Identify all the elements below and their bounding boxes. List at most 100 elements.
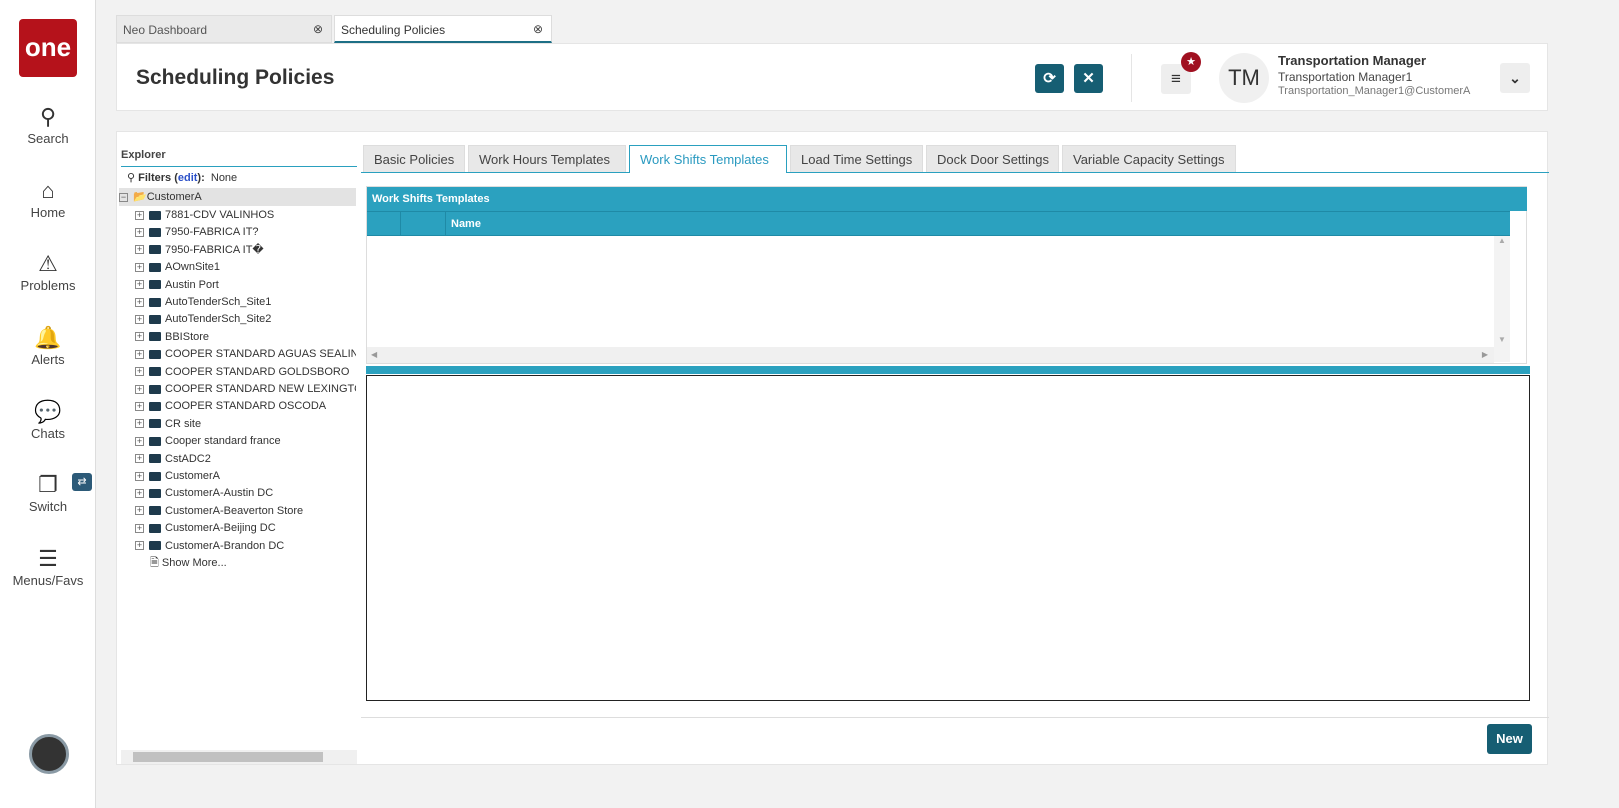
tab-work-shifts-templates[interactable]: Work Shifts Templates [629, 145, 787, 173]
collapse-icon[interactable]: − [119, 192, 128, 202]
avatar[interactable]: TM [1219, 53, 1269, 103]
expand-icon[interactable]: + [135, 349, 144, 359]
tree-item[interactable]: + COOPER STANDARD OSCODA [135, 398, 326, 415]
expand-icon[interactable]: + [135, 436, 144, 446]
tab-work-hours-templates[interactable]: Work Hours Templates [468, 145, 626, 172]
folder-icon [149, 367, 161, 377]
folder-icon [149, 401, 161, 411]
column-header[interactable] [401, 212, 446, 236]
divider [361, 717, 1549, 718]
tree-label: BBIStore [165, 330, 210, 343]
one-logo[interactable]: one [19, 19, 77, 77]
tree-label: CR site [165, 417, 202, 430]
expand-icon[interactable]: + [135, 523, 144, 533]
expand-icon[interactable]: + [135, 541, 144, 551]
tabs-underline [361, 172, 1549, 173]
nav-search[interactable]: ⚲ Search [0, 103, 96, 146]
nav-problems[interactable]: ⚠ Problems [0, 250, 96, 293]
expand-icon[interactable]: + [135, 227, 144, 237]
page-title: Scheduling Policies [136, 66, 335, 89]
tree-label: CustomerA-Austin DC [165, 487, 274, 500]
expand-icon[interactable]: + [135, 245, 144, 255]
expand-icon[interactable]: + [135, 210, 144, 220]
expand-icon[interactable]: + [135, 367, 144, 377]
expand-icon[interactable]: + [135, 332, 144, 342]
explorer-tree: − 📂CustomerA +7881-CDV VALINHOS +7950-FABR… [117, 188, 356, 748]
column-header-name[interactable]: Name [451, 218, 481, 230]
tab-basic-policies[interactable]: Basic Policies [363, 145, 465, 172]
folder-icon [149, 506, 161, 516]
nav-chats[interactable]: 💬 Chats [0, 398, 96, 441]
tab-label: Scheduling Policies [341, 23, 446, 37]
expand-icon[interactable]: + [135, 401, 144, 411]
tree-item[interactable]: + CR site [135, 416, 201, 433]
tree-item[interactable]: + CustomerA-Beijing DC [135, 520, 276, 537]
expand-icon[interactable]: + [135, 488, 144, 498]
close-tab-icon[interactable]: ⊗ [533, 22, 543, 36]
assistant-avatar[interactable] [29, 734, 69, 774]
chevron-down-icon[interactable]: ⌄ [1500, 63, 1530, 93]
close-button[interactable]: ✕ [1074, 64, 1103, 93]
tree-label: 7881-CDV VALINHOS [165, 209, 275, 221]
tree-item[interactable]: + CustomerA-Beaverton Store [135, 503, 303, 520]
tree-item[interactable]: + CustomerA [135, 468, 220, 485]
new-button[interactable]: New [1487, 724, 1532, 754]
close-tab-icon[interactable]: ⊗ [313, 22, 323, 36]
filters-edit-link[interactable]: edit [178, 172, 198, 184]
work-shifts-grid: Work Shifts Templates Name ▲ ▼ ◀ ▶ [366, 186, 1527, 364]
menu-icon: ☰ [38, 546, 58, 571]
tree-item[interactable]: + COOPER STANDARD GOLDSBORO [135, 364, 349, 381]
user-role: Transportation Manager [1278, 53, 1427, 68]
tab-variable-capacity-settings[interactable]: Variable Capacity Settings [1062, 145, 1236, 172]
tree-item[interactable]: + AutoTenderSch_Site2 [135, 311, 271, 328]
tree-item[interactable]: + AutoTenderSch_Site1 [135, 294, 271, 311]
bell-icon: 🔔 [34, 325, 62, 350]
tree-label: AOwnSite1 [165, 261, 221, 274]
expand-icon[interactable]: + [135, 314, 144, 324]
tree-item[interactable]: + BBIStore [135, 329, 209, 346]
tree-item[interactable]: + COOPER STANDARD AGUAS SEALING (3 [135, 346, 356, 363]
tree-item[interactable]: + CustomerA-Brandon DC [135, 538, 284, 555]
expand-icon[interactable]: + [135, 262, 144, 272]
tree-root[interactable]: − 📂CustomerA [119, 188, 356, 206]
tree-item[interactable]: + Austin Port [135, 277, 219, 294]
tree-item[interactable]: + Cooper standard france [135, 433, 281, 450]
expand-icon[interactable]: + [135, 280, 144, 290]
tree-label: Show More... [161, 557, 227, 569]
nav-label: Search [27, 131, 69, 146]
tree-item[interactable]: + COOPER STANDARD NEW LEXINGTON [135, 381, 356, 398]
grid-header-row: Name [367, 211, 1510, 236]
tab-load-time-settings[interactable]: Load Time Settings [790, 145, 923, 172]
expand-icon[interactable]: + [135, 471, 144, 481]
nav-menus-favs[interactable]: ☰ Menus/Favs [0, 545, 96, 588]
nav-alerts[interactable]: 🔔 Alerts [0, 324, 96, 367]
tree-item[interactable]: +7950-FABRICA IT� [135, 242, 264, 259]
expand-icon[interactable]: + [135, 506, 144, 516]
tree-item[interactable]: +7881-CDV VALINHOS [135, 207, 274, 224]
splitter[interactable] [366, 366, 1530, 374]
refresh-button[interactable]: ⟳ [1035, 64, 1064, 93]
nav-label: Alerts [31, 352, 65, 367]
tab-dock-door-settings[interactable]: Dock Door Settings [926, 145, 1059, 172]
expand-icon[interactable]: + [135, 419, 144, 429]
expand-icon[interactable]: + [135, 454, 144, 464]
expand-icon[interactable]: + [135, 384, 144, 394]
tree-label: Austin Port [165, 278, 219, 291]
nav-label: Problems [20, 278, 76, 293]
search-icon: ⚲ [127, 172, 139, 184]
tab-neo-dashboard[interactable]: Neo Dashboard ⊗ [116, 15, 332, 43]
tree-item[interactable]: + CustomerA-Austin DC [135, 485, 273, 502]
filters: ⚲ Filters (edit): None [127, 171, 237, 184]
tree-item[interactable]: + CstADC2 [135, 451, 211, 468]
show-more-link[interactable]: 🗎 Show More... [150, 555, 227, 572]
tab-scheduling-policies[interactable]: Scheduling Policies ⊗ [334, 15, 552, 43]
tree-item[interactable]: + AOwnSite1 [135, 259, 220, 276]
expand-icon[interactable]: + [135, 297, 144, 307]
folder-icon [149, 471, 161, 481]
tree-item[interactable]: +7950-FABRICA IT? [135, 224, 259, 241]
column-header[interactable] [367, 212, 401, 236]
horizontal-scrollbar[interactable] [121, 750, 357, 764]
horizontal-scrollbar[interactable]: ◀ ▶ [367, 347, 1494, 363]
vertical-scrollbar[interactable]: ▲ ▼ [1494, 236, 1510, 362]
nav-home[interactable]: ⌂ Home [0, 177, 96, 220]
